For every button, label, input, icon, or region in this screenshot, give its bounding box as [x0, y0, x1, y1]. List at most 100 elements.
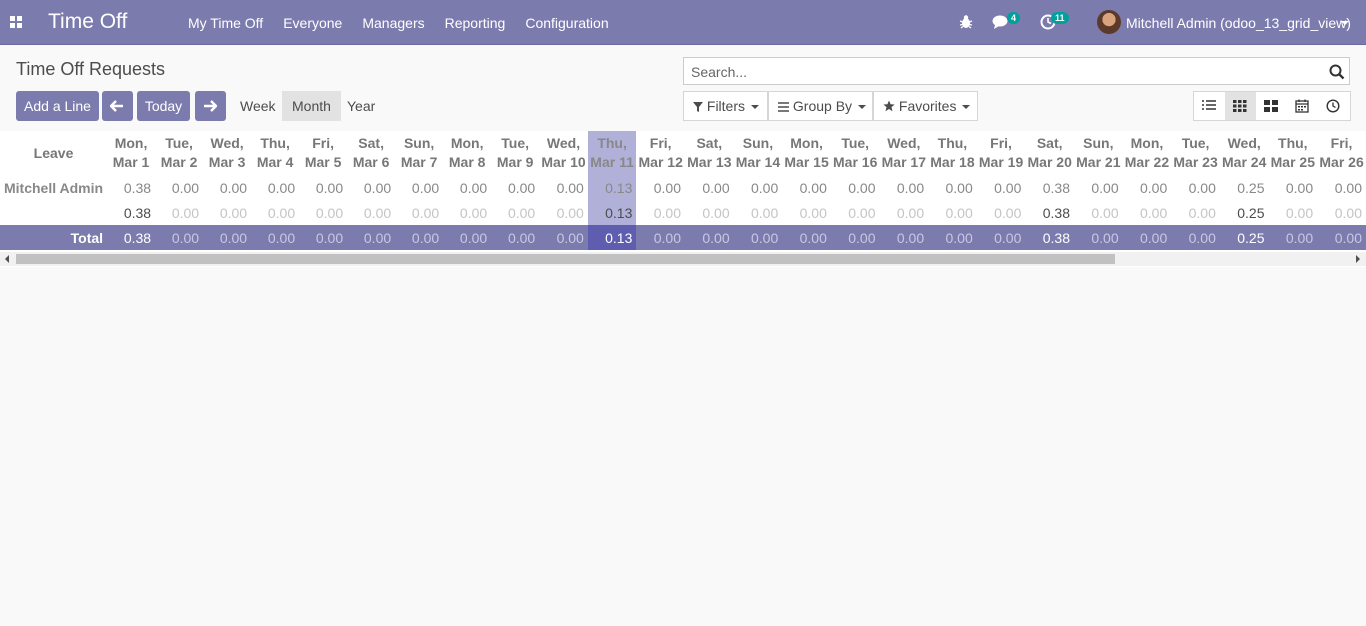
menu-item-reporting[interactable]: Reporting	[445, 15, 506, 31]
list-view-button[interactable]	[1194, 92, 1225, 120]
total-row-cell: 0.00	[395, 225, 444, 250]
day-date-label: Mar 23	[1173, 154, 1218, 170]
detail-row-cell[interactable]: 0.00	[831, 200, 880, 225]
detail-row-cell[interactable]: 0.00	[977, 200, 1026, 225]
kanban-view-button[interactable]	[1256, 92, 1287, 120]
today-button[interactable]: Today	[137, 91, 190, 121]
avatar[interactable]	[1097, 10, 1121, 34]
detail-row-cell[interactable]: 0.00	[880, 200, 929, 225]
group-by-dropdown[interactable]: Group By	[768, 91, 873, 121]
detail-row-cell[interactable]: 0.00	[299, 200, 347, 225]
detail-row-cell[interactable]: 0.00	[155, 200, 203, 225]
day-date-label: Mar 4	[256, 154, 294, 170]
range-month-button[interactable]: Month	[282, 91, 341, 121]
detail-row-cell[interactable]: 0.00	[1123, 200, 1172, 225]
day-column-header: Sat, Mar 20	[1025, 131, 1074, 175]
detail-row-cell[interactable]: 0.00	[685, 200, 734, 225]
chevron-down-icon[interactable]	[1341, 21, 1349, 25]
day-column-header: Fri, Mar 5	[299, 131, 348, 175]
day-of-week-label: Tue,	[165, 135, 193, 151]
scroll-left-icon[interactable]	[5, 255, 9, 263]
calendar-icon	[1295, 99, 1309, 113]
day-of-week-label: Tue,	[501, 135, 530, 151]
next-button[interactable]	[195, 91, 226, 121]
total-row-cell: 0.38	[1025, 225, 1074, 250]
leave-column-header: Leave	[0, 131, 108, 175]
detail-row-cell[interactable]: 0.25	[1220, 200, 1269, 225]
detail-row-cell[interactable]: 0.38	[107, 200, 155, 225]
total-row-cell: 0.25	[1219, 225, 1269, 250]
day-of-week-label: Sun,	[742, 135, 774, 151]
chat-count-badge: 4	[1007, 12, 1021, 24]
bug-icon[interactable]	[959, 14, 973, 30]
day-column-header: Thu, Mar 25	[1268, 131, 1318, 175]
day-column-header: Wed, Mar 17	[879, 131, 929, 175]
scroll-right-icon[interactable]	[1356, 255, 1360, 263]
detail-row-cell[interactable]: 0.00	[1269, 200, 1318, 225]
day-of-week-label: Fri,	[312, 135, 334, 151]
detail-row-cell[interactable]: 0.00	[347, 200, 395, 225]
menu-item-managers[interactable]: Managers	[362, 15, 424, 31]
day-of-week-label: Sun,	[1083, 135, 1114, 151]
menu-item-everyone[interactable]: Everyone	[283, 15, 342, 31]
search-input[interactable]	[689, 63, 1313, 81]
detail-row-cell[interactable]: 0.00	[1074, 200, 1123, 225]
day-column-header: Thu, Mar 18	[928, 131, 977, 175]
scrollbar-thumb[interactable]	[16, 254, 1115, 264]
detail-row-cell[interactable]: 0.00	[636, 200, 685, 225]
detail-row-label	[0, 200, 107, 225]
day-of-week-label: Mon,	[450, 135, 484, 151]
day-of-week-label: Mon,	[790, 135, 823, 151]
menu-item-configuration[interactable]: Configuration	[525, 15, 608, 31]
calendar-view-button[interactable]	[1287, 92, 1318, 120]
detail-row-cell[interactable]: 0.00	[539, 200, 588, 225]
arrow-right-icon	[204, 100, 217, 112]
apps-menu-icon[interactable]	[10, 16, 22, 28]
detail-row-cell[interactable]: 0.00	[491, 200, 539, 225]
total-row-cell: 0.00	[782, 225, 831, 250]
group-row-cell: 0.00	[507, 179, 536, 196]
day-of-week-label: Sat,	[358, 135, 384, 151]
user-menu[interactable]: Mitchell Admin (odoo_13_grid_view)	[1126, 15, 1351, 31]
day-date-label: Mar 15	[784, 154, 829, 170]
previous-button[interactable]	[102, 91, 133, 121]
day-of-week-label: Sat,	[1036, 135, 1063, 151]
detail-row-cell[interactable]: 0.00	[734, 200, 783, 225]
day-column-header: Sun, Mar 14	[733, 131, 783, 175]
detail-row-cell[interactable]: 0.00	[395, 200, 443, 225]
day-of-week-label: Fri,	[649, 135, 672, 151]
range-week-button[interactable]: Week	[230, 91, 286, 121]
detail-row-cell[interactable]: 0.00	[928, 200, 977, 225]
search-icon[interactable]	[1329, 64, 1345, 80]
group-row-label[interactable]: Mitchell Admin	[0, 175, 107, 200]
detail-row-cell[interactable]: 0.00	[251, 200, 299, 225]
day-of-week-label: Mon,	[114, 135, 148, 151]
day-of-week-label: Thu,	[597, 135, 627, 151]
day-date-label: Mar 7	[400, 154, 438, 170]
total-row-cell: 0.00	[251, 225, 300, 250]
filters-dropdown[interactable]: Filters	[683, 91, 768, 121]
grid-view-button[interactable]	[1225, 92, 1256, 120]
detail-row-cell[interactable]: 0.00	[1317, 200, 1366, 225]
activity-view-button[interactable]	[1318, 92, 1349, 120]
menu-item-my-time-off[interactable]: My Time Off	[188, 15, 263, 31]
favorites-dropdown[interactable]: Favorites	[873, 91, 978, 121]
range-year-button[interactable]: Year	[337, 91, 385, 121]
detail-row-cell[interactable]: 0.38	[1025, 200, 1074, 225]
add-line-button[interactable]: Add a Line	[16, 91, 99, 121]
detail-row-cell[interactable]: 0.00	[203, 200, 251, 225]
detail-row-cell[interactable]: 0.00	[782, 200, 831, 225]
horizontal-scrollbar[interactable]	[0, 252, 1366, 266]
detail-row-cell[interactable]: 0.00	[1171, 200, 1220, 225]
detail-row-cell[interactable]: 0.13	[587, 200, 637, 225]
group-row-cell: 0.00	[1334, 179, 1362, 196]
day-column-header: Tue, Mar 2	[155, 131, 204, 175]
total-row-cell: 0.00	[443, 225, 492, 250]
detail-row-cell[interactable]: 0.00	[443, 200, 491, 225]
day-date-label: Mar 3	[208, 154, 246, 170]
day-date-label: Mar 25	[1270, 154, 1315, 170]
total-row-label: Total	[0, 225, 108, 250]
app-title[interactable]: Time Off	[48, 10, 127, 34]
group-by-label: Group By	[792, 98, 853, 114]
arrow-left-icon	[110, 100, 123, 112]
